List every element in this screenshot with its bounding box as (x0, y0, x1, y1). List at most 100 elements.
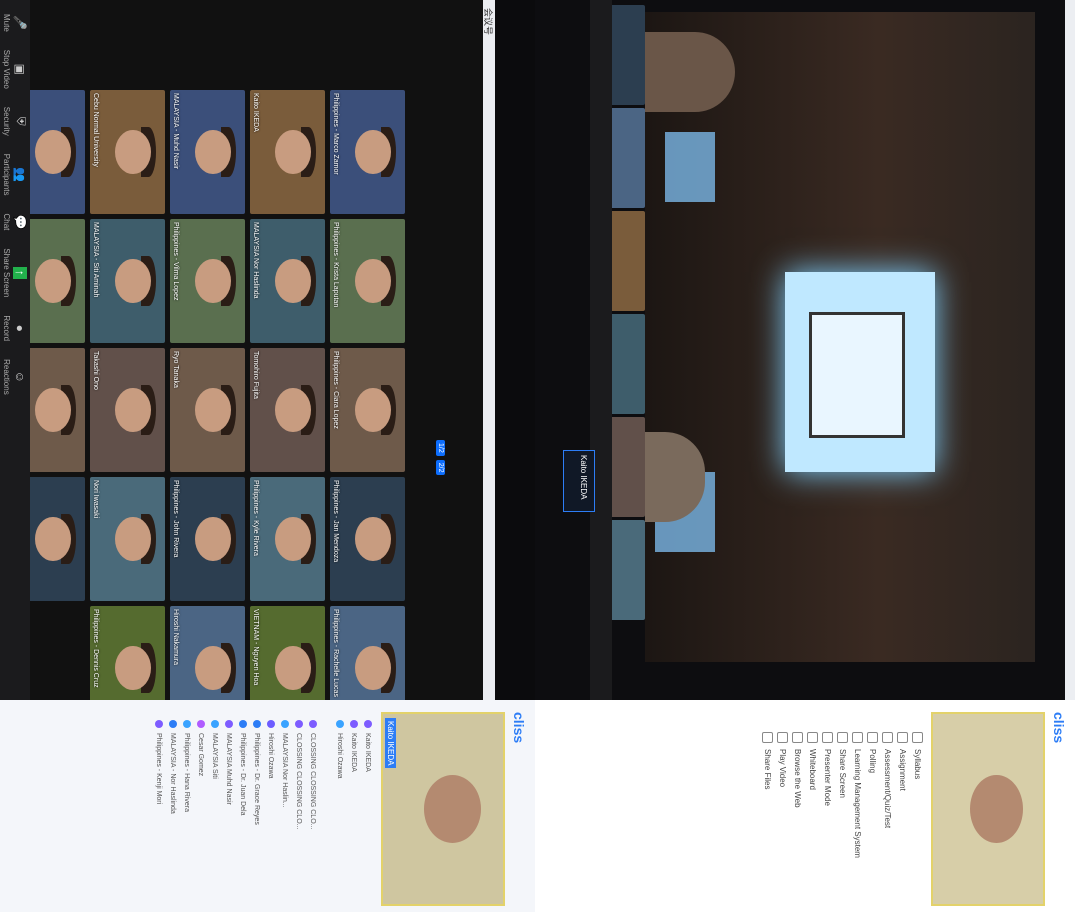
group-row[interactable]: Hiroshi Ozawa (333, 712, 347, 902)
cliss-brand-bottom: cliss (1051, 712, 1067, 744)
reactions-button[interactable]: ☺ Reactions (3, 359, 28, 395)
menu-icon (837, 732, 848, 743)
menu-icon (792, 732, 803, 743)
chat-row[interactable]: Cesar Gomez (194, 712, 208, 902)
projector-screen-inner (809, 312, 905, 438)
menu-item[interactable]: Polling (865, 712, 880, 902)
chat-name: Philippines - Dr. Grace Reyes (253, 733, 261, 825)
participant-name: Tomohiro Fujita (252, 351, 259, 399)
record-icon: ● (13, 324, 28, 332)
menu-item[interactable]: Share Files (760, 712, 775, 902)
presenter-face (423, 774, 482, 844)
chat-name: Cesar Gomez (197, 733, 205, 777)
menu-item[interactable]: Assessment/Quiz/Test (880, 712, 895, 902)
group-row[interactable]: Kaito IKEDA (347, 712, 361, 902)
chat-row[interactable]: MALAYSIA - Nor Haslinda (166, 712, 180, 902)
avatar-dot (281, 720, 289, 728)
avatar-dot (155, 720, 163, 728)
menu-item[interactable]: Learning Management System (850, 712, 865, 902)
share-icon: ↑ (13, 266, 28, 279)
chat-name: MALAYSIA Siti (211, 733, 219, 779)
avatar-dot (225, 720, 233, 728)
chat-name: Philippines - Kenji Mori (155, 733, 163, 805)
participant-tile[interactable]: MALAYSIA Nor Haslinda (250, 219, 325, 343)
avatar-dot (253, 720, 261, 728)
participant-tile[interactable]: Philippines - Ciara Lopez (330, 348, 405, 472)
menu-icon (882, 732, 893, 743)
presenter-label: Kaito IKEDA (385, 718, 396, 769)
chat-row[interactable]: Hiroshi Ozawa (264, 712, 278, 902)
participant-name: Philippines - Vilma Lopez (172, 222, 179, 301)
participant-name: VIETNAM - Nguyen Hoa (252, 609, 259, 686)
participant-tile[interactable]: Philippines - Kyle Rivera (250, 477, 325, 601)
chat-row[interactable]: MALAYSIA Siti (208, 712, 222, 902)
camera-icon: ▣ (13, 63, 28, 75)
menu-item[interactable]: Presenter Mode (820, 712, 835, 902)
group-label: Hiroshi Ozawa (336, 733, 344, 779)
menu-item[interactable]: Whiteboard (805, 712, 820, 902)
participant-name: MALAYSIA - Muhd Nasir (172, 93, 179, 170)
presenter-top-strip (1065, 0, 1075, 700)
chat-row[interactable]: Philippines - Kenji Mori (152, 712, 166, 902)
chat-row[interactable]: MALAYSIA Nor Haslin... (278, 712, 292, 902)
chat-list: CLOSSING CLOSSING CLO... CLOSSING CLOSSIN… (152, 712, 320, 902)
participant-tile[interactable]: Kaito IKEDA (250, 90, 325, 214)
participant-tile[interactable]: MALAYSIA - Siti Aminah (90, 219, 165, 343)
menu-item[interactable]: Syllabus (910, 712, 925, 902)
chat-name: Philippines - Hana Rivera (183, 733, 191, 812)
security-button[interactable]: ⛨ Security (2, 107, 28, 136)
avatar-dot (211, 720, 219, 728)
mute-label: Mute (2, 14, 12, 32)
participant-tile[interactable]: Philippines - Marco Zamor (330, 90, 405, 214)
participant-groups: Kaito IKEDA Kaito IKEDA Hiroshi Ozawa (333, 712, 375, 902)
participant-tile[interactable]: Nori Iwasaki (90, 477, 165, 601)
record-button[interactable]: ● Record (3, 315, 28, 341)
share-screen-button[interactable]: ↑ Share Screen (3, 248, 28, 297)
participant-tile[interactable]: Philippines - Jan Mendoza (330, 477, 405, 601)
participant-tile[interactable]: Takashi Ono (90, 348, 165, 472)
participant-tile[interactable]: MALAYSIA - Muhd Nasir (170, 90, 245, 214)
group-row[interactable]: Kaito IKEDA (361, 712, 375, 902)
chat-name: MALAYSIA Nor Haslin... (281, 733, 289, 808)
participant-tile[interactable]: Philippines - Vilma Lopez (170, 219, 245, 343)
menu-item[interactable]: Assignment (895, 712, 910, 902)
participant-tile[interactable]: Tomohiro Fujita (250, 348, 325, 472)
video-label: Stop Video (2, 49, 12, 89)
menu-item[interactable]: Browse the Web (790, 712, 805, 902)
chat-row[interactable]: MALAYSIA Muhd Nasir (222, 712, 236, 902)
main-video (645, 12, 1035, 662)
menu-label: Browse the Web (793, 749, 802, 808)
chat-row[interactable]: Philippines - Dr. Grace Reyes (250, 712, 264, 902)
video-button[interactable]: ▣ Stop Video (3, 50, 28, 89)
menu-icon (762, 732, 773, 743)
chat-row[interactable]: CLOSSING CLOSSING CLO... (292, 712, 306, 902)
page-badges: 1/2 2/2 (436, 440, 445, 476)
chat-row[interactable]: Philippines - Dr. Juan Dela (236, 712, 250, 902)
cliss-top-panel: cliss Kaito IKEDA Kaito IKEDA Kaito IKED… (0, 700, 535, 912)
menu-label: Whiteboard (808, 749, 817, 790)
menu-label: Share Files (763, 749, 772, 790)
menu-item[interactable]: Share Screen (835, 712, 850, 902)
mute-button[interactable]: 🎤 Mute (3, 14, 28, 32)
participant-tile[interactable]: Philippines - Krista Laputan (330, 219, 405, 343)
chat-name: Hiroshi Ozawa (267, 733, 275, 779)
participant-tile[interactable]: Cebu Normal University (90, 90, 165, 214)
shield-icon: ⛨ (14, 116, 28, 126)
participant-name: Nori Iwasaki (92, 480, 99, 519)
participant-tile[interactable]: Philippines - John Rivera (170, 477, 245, 601)
chat-button[interactable]: 💬 Chat (3, 214, 28, 231)
record-label: Record (2, 315, 12, 342)
chat-row[interactable]: Philippines - Hana Rivera (180, 712, 194, 902)
avatar-dot (295, 720, 303, 728)
menu-label: Presenter Mode (823, 749, 832, 806)
cliss-brand-top: cliss (511, 712, 527, 744)
speaker-tile: Kaito IKEDA (563, 450, 595, 512)
participant-tile[interactable]: Ryo Tanaka (170, 348, 245, 472)
page-badge-1[interactable]: 1/2 (436, 440, 445, 456)
menu-item[interactable]: Play Video (775, 712, 790, 902)
menu-icon (822, 732, 833, 743)
participant-name: Philippines - Marco Zamor (332, 93, 339, 175)
chat-row[interactable]: CLOSSING CLOSSING CLO... (306, 712, 320, 902)
participants-button[interactable]: 👥 Participants (3, 154, 28, 196)
page-badge-2[interactable]: 2/2 (436, 459, 445, 476)
